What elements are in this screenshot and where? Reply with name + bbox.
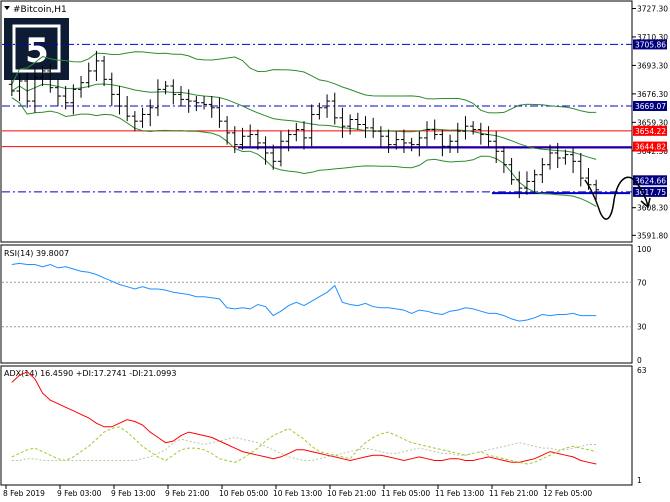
rsi-tick-label: 70 — [637, 278, 647, 287]
y-tick-label: 3693.30 — [637, 61, 668, 70]
adx-tick-label: 1 — [637, 476, 642, 485]
price-tag-label: 3644.82 — [635, 143, 666, 152]
x-tick-label: 9 Feb 13:00 — [111, 489, 156, 498]
logo-glyph: 5 — [25, 31, 49, 71]
y-tick-label: 3608.30 — [637, 204, 668, 213]
chart-svg: #Bitcoin,H1 RSI(14) 39.8007 ADX(14) 16.4… — [0, 0, 670, 502]
symbol-label: #Bitcoin,H1 — [13, 5, 67, 15]
x-tick-label: 10 Feb 13:00 — [273, 489, 322, 498]
rsi-label: RSI(14) 39.8007 — [4, 249, 69, 258]
brand-logo: 5 — [4, 18, 69, 80]
x-tick-label: 12 Feb 05:00 — [543, 489, 592, 498]
y-tick-label: 3591.80 — [637, 231, 668, 240]
y-tick-label: 3727.30 — [637, 5, 668, 14]
rsi-tick-label: 0 — [637, 356, 642, 365]
adx-tick-label: 63 — [637, 366, 647, 375]
price-tag-label: 3624.66 — [635, 176, 666, 185]
chart-window: #Bitcoin,H1 RSI(14) 39.8007 ADX(14) 16.4… — [0, 0, 670, 502]
background — [0, 0, 670, 502]
x-tick-label: 10 Feb 05:00 — [219, 489, 268, 498]
y-tick-label: 3676.30 — [637, 90, 668, 99]
x-tick-label: 10 Feb 21:00 — [327, 489, 376, 498]
x-tick-label: 9 Feb 03:00 — [57, 489, 102, 498]
x-tick-label: 9 Feb 21:00 — [165, 489, 210, 498]
adx-label: ADX(14) 16.4590 +DI:17.2741 -DI:21.0993 — [4, 369, 176, 378]
x-tick-label: 8 Feb 2019 — [3, 489, 45, 498]
price-tag-label: 3705.86 — [635, 40, 666, 49]
rsi-tick-label: 30 — [637, 323, 647, 332]
x-tick-label: 11 Feb 05:00 — [381, 489, 430, 498]
price-tag-label: 3617.75 — [635, 188, 666, 197]
price-tag-label: 3669.07 — [635, 102, 666, 111]
price-tag-label: 3654.22 — [635, 127, 666, 136]
x-tick-label: 11 Feb 21:00 — [489, 489, 538, 498]
x-tick-label: 11 Feb 13:00 — [435, 489, 484, 498]
rsi-tick-label: 100 — [637, 245, 652, 254]
